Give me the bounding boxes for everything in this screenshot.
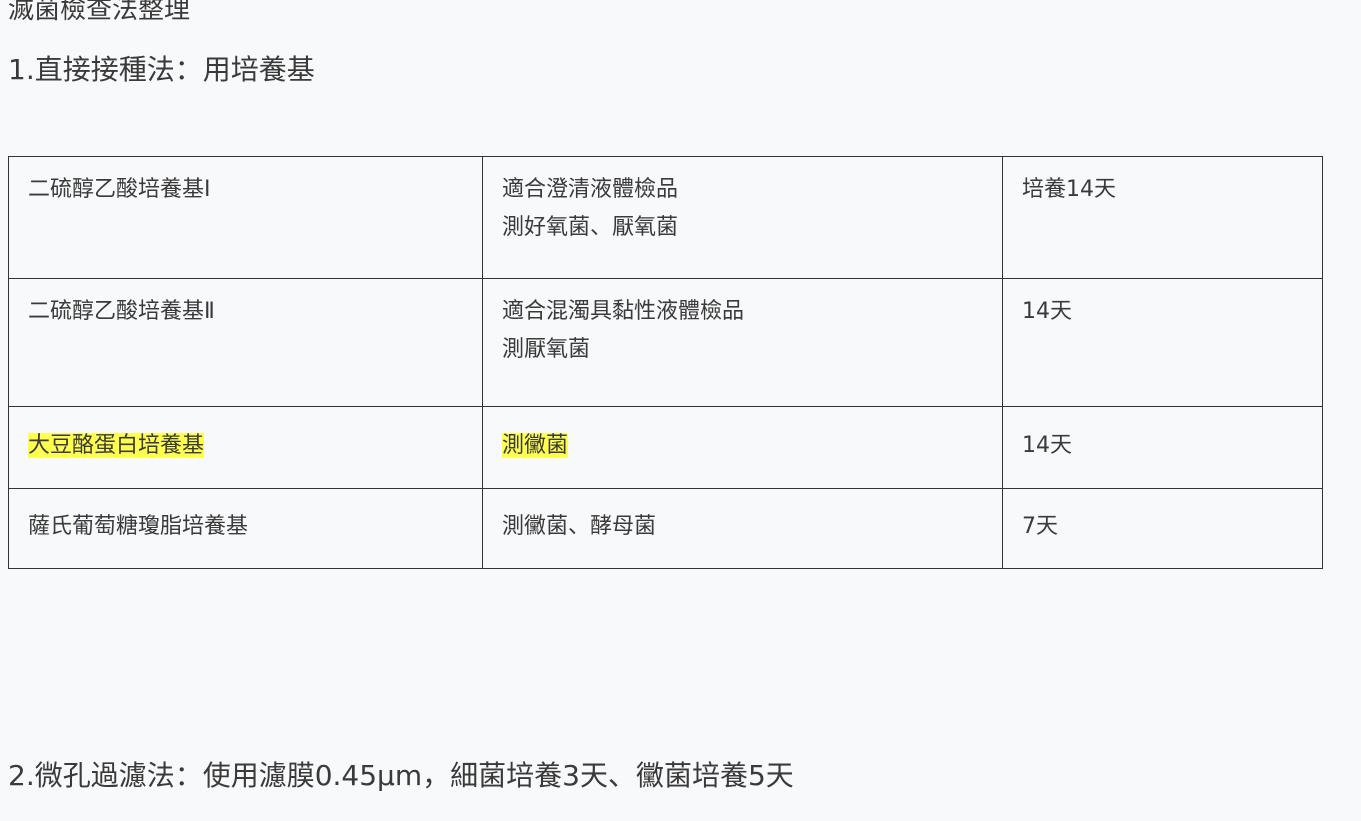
usage-line: 適合澄清液體檢品 xyxy=(502,177,679,202)
table-row: 薩氏葡萄糖瓊脂培養基 測黴菌、酵母菌 7天 xyxy=(8,488,1323,569)
usage-line: 測厭氧菌 xyxy=(502,337,591,362)
section-heading-membrane-filtration: 2.微孔過濾法：使用濾膜0.45μm，細菌培養3天、黴菌培養5天 xyxy=(8,759,794,792)
medium-cell: 二硫醇乙酸培養基Ⅱ xyxy=(8,278,483,407)
table-row: 大豆酪蛋白培養基 測黴菌 14天 xyxy=(8,406,1323,489)
medium-cell: 大豆酪蛋白培養基 xyxy=(8,406,483,489)
medium-name: 二硫醇乙酸培養基Ⅰ xyxy=(28,177,211,202)
usage-line: 測黴菌、酵母菌 xyxy=(502,513,657,539)
duration: 14天 xyxy=(1022,299,1072,324)
usage-cell: 適合混濁具黏性液體檢品 測厭氧菌 xyxy=(482,278,1003,407)
medium-name: 二硫醇乙酸培養基Ⅱ xyxy=(28,299,215,324)
highlighted-medium-name: 大豆酪蛋白培養基 xyxy=(28,432,205,458)
duration-cell: 培養14天 xyxy=(1002,156,1323,279)
medium-name: 薩氏葡萄糖瓊脂培養基 xyxy=(28,513,249,539)
table-row: 二硫醇乙酸培養基Ⅱ 適合混濁具黏性液體檢品 測厭氧菌 14天 xyxy=(8,278,1323,407)
section-heading-direct-inoculation: 1.直接接種法：用培養基 xyxy=(8,53,315,86)
document-title: 滅菌檢查法整理 xyxy=(8,0,191,25)
duration-cell: 14天 xyxy=(1002,406,1323,489)
duration: 培養14天 xyxy=(1022,177,1116,202)
usage-line: 測好氧菌、厭氧菌 xyxy=(502,215,679,240)
duration-cell: 7天 xyxy=(1002,488,1323,569)
duration: 14天 xyxy=(1022,432,1072,458)
usage-cell: 適合澄清液體檢品 測好氧菌、厭氧菌 xyxy=(482,156,1003,279)
usage-line: 適合混濁具黏性液體檢品 xyxy=(502,299,745,324)
usage-cell: 測黴菌、酵母菌 xyxy=(482,488,1003,569)
duration-cell: 14天 xyxy=(1002,278,1323,407)
medium-cell: 二硫醇乙酸培養基Ⅰ xyxy=(8,156,483,279)
duration: 7天 xyxy=(1022,513,1058,539)
usage-cell: 測黴菌 xyxy=(482,406,1003,489)
table-row: 二硫醇乙酸培養基Ⅰ 適合澄清液體檢品 測好氧菌、厭氧菌 培養14天 xyxy=(8,156,1323,279)
highlighted-usage: 測黴菌 xyxy=(502,432,569,458)
culture-media-table: 二硫醇乙酸培養基Ⅰ 適合澄清液體檢品 測好氧菌、厭氧菌 培養14天 二硫醇乙酸培… xyxy=(8,156,1323,569)
medium-cell: 薩氏葡萄糖瓊脂培養基 xyxy=(8,488,483,569)
